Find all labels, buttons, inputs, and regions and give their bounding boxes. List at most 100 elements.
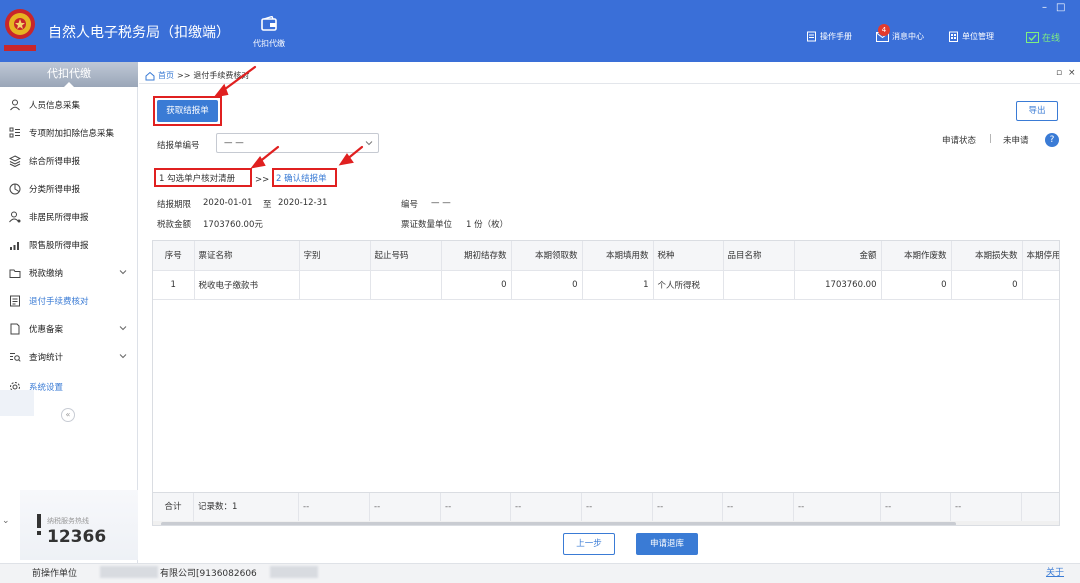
column-header[interactable]: 本期填用数 — [582, 241, 654, 271]
sidebar-item-restricted-shares[interactable]: 限售股所得申报 — [0, 231, 138, 259]
step-separator: >> — [255, 175, 270, 185]
sidebar-item-classified-income[interactable]: 分类所得申报 — [0, 175, 138, 203]
chevron-down-icon — [119, 270, 127, 275]
hotline-label: 纳税服务热线 — [47, 517, 89, 525]
table-row[interactable]: 1 税收电子缴款书 0 0 1 个人所得税 1703760.00 0 0 — [153, 270, 1059, 300]
footer-record-count: 记录数：1 — [194, 493, 299, 522]
sidebar-item-label: 查询统计 — [29, 353, 64, 363]
toolbar-online-status[interactable]: 在线 — [1026, 31, 1060, 44]
receipt-icon — [10, 295, 20, 307]
breadcrumb-current: 退付手续费核对 — [193, 71, 250, 80]
footer-cell: -- — [794, 493, 881, 522]
table-cell: 0 — [951, 270, 1023, 300]
footer-cell: -- — [299, 493, 370, 522]
column-header[interactable]: 本期领取数 — [511, 241, 583, 271]
module-tab-withholding[interactable]: 代扣代缴 — [246, 16, 292, 49]
national-emblem-logo — [4, 9, 36, 51]
table-cell: 0 — [881, 270, 952, 300]
sidebar-item-preferential-filing[interactable]: 优惠备案 — [0, 315, 138, 343]
table-cell: 税收电子缴款书 — [194, 270, 300, 300]
footer-cell: -- — [441, 493, 511, 522]
sidebar-collapse-button[interactable]: « — [61, 408, 75, 422]
period-label: 结报期限 — [157, 200, 192, 210]
app-title: 自然人电子税务局（扣缴端） — [48, 25, 230, 41]
sidebar-item-fee-refund-check[interactable]: 退付手续费核对 — [0, 287, 138, 315]
status-separator: | — [989, 134, 992, 144]
scrollbar-thumb[interactable] — [161, 522, 956, 525]
sidebar-item-nonresident-income[interactable]: 非居民所得申报 — [0, 203, 138, 231]
table-cell — [1022, 270, 1059, 300]
column-header[interactable]: 本期停用 — [1022, 241, 1059, 271]
footer-cell: -- — [582, 493, 653, 522]
exclamation-icon — [37, 514, 41, 535]
close-icon[interactable]: × — [1068, 68, 1076, 78]
column-header[interactable]: 品目名称 — [723, 241, 795, 271]
export-button[interactable]: 导出 — [1016, 101, 1058, 121]
chevron-down-icon[interactable]: ⌄ — [2, 516, 10, 526]
column-header[interactable]: 票证名称 — [194, 241, 300, 271]
column-header[interactable]: 本期作废数 — [881, 241, 952, 271]
apply-refund-button[interactable]: 申请退库 — [636, 533, 698, 555]
toolbar-manual-label: 操作手册 — [820, 32, 852, 41]
column-header[interactable]: 起止号码 — [370, 241, 442, 271]
footer-cell: -- — [881, 493, 951, 522]
toolbar-manual[interactable]: 操作手册 — [806, 31, 852, 42]
chevron-down-icon — [365, 141, 373, 146]
annotation-arrowhead — [213, 83, 229, 98]
pie-chart-icon — [9, 183, 21, 195]
table-cell: 0 — [511, 270, 583, 300]
layers-icon — [9, 155, 21, 167]
column-header[interactable]: 税种 — [653, 241, 724, 271]
toolbar-message-label: 消息中心 — [892, 32, 924, 41]
step-1-select-checklist[interactable]: 1 勾选单户核对清册 — [159, 172, 235, 184]
sidebar-item-special-deduction[interactable]: 专项附加扣除信息采集 — [0, 119, 138, 147]
maximize-button[interactable]: □ — [1056, 2, 1065, 13]
table-cell: 个人所得税 — [653, 270, 724, 300]
table-cell — [370, 270, 442, 300]
breadcrumb-divider — [139, 83, 1080, 84]
folder-icon — [9, 269, 21, 278]
annotation-arrowhead — [338, 153, 354, 166]
apply-status-value: 未申请 — [1003, 136, 1029, 146]
toolbar-unit-management[interactable]: 单位管理 — [948, 31, 994, 42]
about-link[interactable]: 关于 — [1046, 565, 1064, 578]
table-cell — [723, 270, 795, 300]
code-value: — — — [431, 198, 451, 208]
breadcrumb-home[interactable]: 首页 — [158, 70, 174, 81]
report-number-select[interactable]: — — — [216, 133, 379, 153]
sidebar-item-query-statistics[interactable]: 查询统计 — [0, 343, 138, 371]
building-icon — [949, 31, 958, 42]
step-2-confirm-report[interactable]: 2 确认结报单 — [276, 172, 327, 184]
table-cell — [299, 270, 371, 300]
sidebar-item-label: 人员信息采集 — [29, 101, 81, 111]
minimize-button[interactable]: – — [1042, 2, 1047, 13]
ticket-table: 序号 票证名称 字别 起止号码 期初结存数 本期领取数 本期填用数 税种 品目名… — [153, 241, 1059, 300]
breadcrumb-separator: >> — [177, 71, 191, 80]
column-header[interactable]: 本期损失数 — [951, 241, 1023, 271]
chevron-down-icon — [119, 354, 127, 359]
tax-amount-value: 1703760.00元 — [203, 220, 263, 230]
column-header[interactable]: 金额 — [794, 241, 882, 271]
restore-icon[interactable]: ▫ — [1056, 68, 1062, 78]
sidebar-item-tax-payment[interactable]: 税款缴纳 — [0, 259, 138, 287]
column-header[interactable]: 字别 — [299, 241, 371, 271]
get-report-button[interactable]: 获取结报单 — [157, 100, 218, 122]
home-icon[interactable] — [145, 71, 155, 81]
sidebar-item-label: 分类所得申报 — [29, 185, 81, 195]
code-label: 编号 — [401, 200, 419, 210]
sidebar-item-comprehensive-income[interactable]: 综合所得申报 — [0, 147, 138, 175]
column-header[interactable]: 期初结存数 — [441, 241, 512, 271]
help-icon[interactable]: ? — [1045, 133, 1059, 147]
sidebar-item-label: 综合所得申报 — [29, 157, 81, 167]
company-name-fragment: 有限公司[9136082606 — [160, 569, 257, 579]
footer-cell: -- — [951, 493, 1022, 522]
ticket-unit-label: 票证数量单位 — [401, 220, 453, 230]
annotation-arrowhead — [250, 156, 266, 169]
previous-step-button[interactable]: 上一步 — [563, 533, 615, 555]
column-header[interactable]: 序号 — [153, 241, 195, 271]
sidebar-item-personnel-info[interactable]: 人员信息采集 — [0, 91, 138, 119]
horizontal-scrollbar[interactable] — [153, 521, 1059, 525]
toolbar-unit-label: 单位管理 — [962, 32, 994, 41]
footer-cell: -- — [370, 493, 441, 522]
sidebar-item-label: 专项附加扣除信息采集 — [29, 129, 115, 139]
